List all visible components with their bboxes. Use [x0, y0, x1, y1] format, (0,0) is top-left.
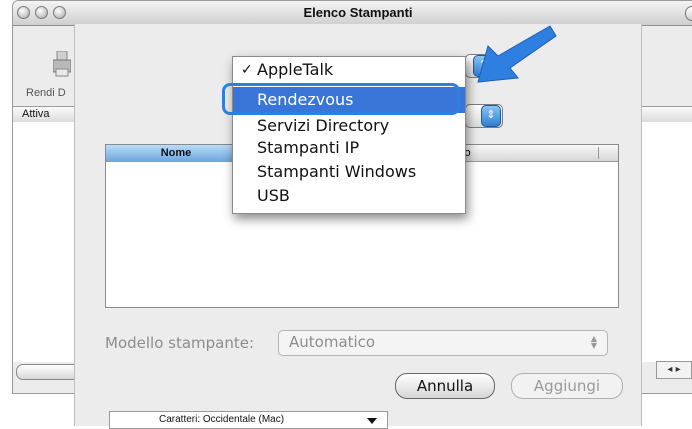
- menu-item-appletalk[interactable]: ✓ AppleTalk: [233, 57, 465, 83]
- title-bar[interactable]: Elenco Stampanti: [13, 1, 692, 26]
- checkmark-icon: ✓: [241, 62, 253, 78]
- menu-item-stampanti-windows[interactable]: Stampanti Windows: [233, 159, 465, 185]
- menu-item-usb[interactable]: USB: [233, 183, 465, 209]
- column-divider: [598, 147, 599, 159]
- add-button[interactable]: Aggiungi: [511, 373, 623, 399]
- toolbar-toggle-button[interactable]: [685, 6, 692, 21]
- stepper-icon[interactable]: ⇕: [481, 105, 501, 127]
- menu-item-label: USB: [257, 186, 290, 205]
- stepper-icon: ▲ ▼: [590, 334, 598, 350]
- make-default-label[interactable]: Rendi D: [26, 87, 66, 99]
- window-title: Elenco Stampanti: [303, 5, 413, 20]
- menu-item-label: Stampanti Windows: [257, 162, 417, 181]
- menu-item-label: AppleTalk: [257, 60, 334, 79]
- horizontal-scrollbar[interactable]: [16, 364, 82, 380]
- menu-item-label: Stampanti IP: [257, 138, 360, 157]
- connection-type-menu[interactable]: ✓ AppleTalk Rendezvous Servizi Directory…: [232, 56, 466, 214]
- column-header-active[interactable]: Attiva: [22, 108, 50, 120]
- cancel-button[interactable]: Annulla: [395, 373, 495, 399]
- encoding-popup[interactable]: Caratteri: Occidentale (Mac): [109, 411, 388, 429]
- printer-model-value: Automatico: [289, 333, 376, 351]
- printer-model-select[interactable]: Automatico ▲ ▼: [278, 330, 608, 356]
- pointer-arrow-icon: [477, 25, 557, 83]
- scroll-arrows[interactable]: ◂ ▸: [656, 361, 692, 379]
- highlight-ring: [222, 83, 460, 115]
- printer-model-label: Modello stampante:: [105, 334, 255, 352]
- printer-icon[interactable]: [53, 51, 71, 77]
- menu-item-stampanti-ip[interactable]: Stampanti IP: [233, 135, 465, 161]
- disclosure-triangle-icon: [367, 418, 377, 424]
- column-name-header[interactable]: Nome: [106, 145, 246, 161]
